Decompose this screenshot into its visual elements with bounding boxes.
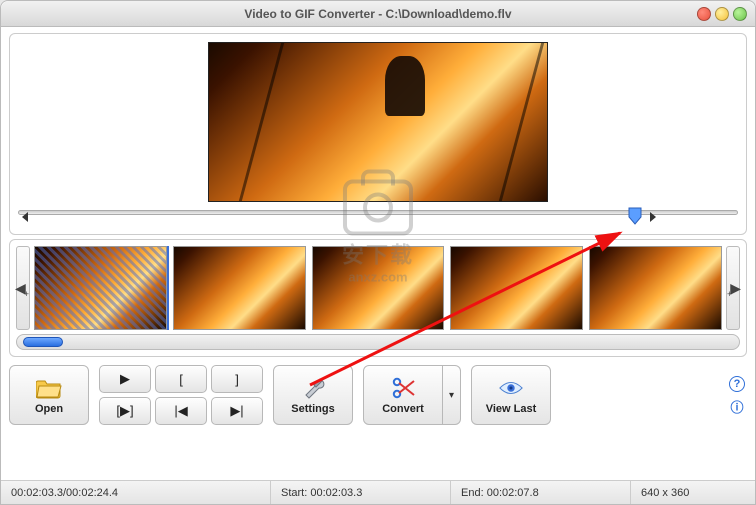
scrollbar-thumb[interactable] <box>23 337 63 347</box>
open-label: Open <box>35 403 63 415</box>
video-preview[interactable] <box>208 42 548 202</box>
play-button[interactable]: ▶ <box>99 365 151 393</box>
view-last-label: View Last <box>486 403 537 415</box>
status-end: End: 00:02:07.8 <box>451 481 631 504</box>
mark-out-button[interactable]: ] <box>211 365 263 393</box>
status-bar: 00:02:03.3/00:02:24.4 Start: 00:02:03.3 … <box>1 480 755 504</box>
scissors-icon <box>390 375 416 401</box>
convert-combo: Convert ▾ <box>363 365 461 425</box>
open-button[interactable]: Open <box>9 365 89 425</box>
prev-frame-button[interactable]: |◀ <box>155 397 207 425</box>
thumbnail-item[interactable] <box>312 246 445 330</box>
range-start-marker[interactable] <box>22 209 30 225</box>
thumbnail-item[interactable] <box>34 246 167 330</box>
convert-label: Convert <box>382 403 424 415</box>
maximize-icon[interactable] <box>733 7 747 21</box>
thumbnail-item[interactable] <box>450 246 583 330</box>
window-title: Video to GIF Converter - C:\Download\dem… <box>244 7 511 21</box>
eye-icon <box>498 375 524 401</box>
convert-button[interactable]: Convert <box>363 365 443 425</box>
thumbnail-item[interactable] <box>589 246 722 330</box>
window-controls <box>697 7 747 21</box>
thumbnail-panel: ◀+ +▶ <box>9 239 747 357</box>
preview-panel <box>9 33 747 235</box>
thumbs-next-button[interactable]: +▶ <box>726 246 740 330</box>
playhead-marker[interactable] <box>628 207 642 223</box>
thumbnail-strip <box>34 246 722 330</box>
next-frame-button[interactable]: ▶| <box>211 397 263 425</box>
tools-icon <box>300 375 326 401</box>
status-time: 00:02:03.3/00:02:24.4 <box>1 481 271 504</box>
app-window: Video to GIF Converter - C:\Download\dem… <box>0 0 756 505</box>
thumbnail-item[interactable] <box>173 246 306 330</box>
play-range-button[interactable]: [▶] <box>99 397 151 425</box>
content-area: ◀+ +▶ Open <box>1 27 755 480</box>
status-dimensions: 640 x 360 <box>631 481 755 504</box>
side-icons: ? ⓘ <box>729 365 747 425</box>
thumbnail-scrollbar[interactable] <box>16 334 740 350</box>
timeline[interactable] <box>18 210 738 226</box>
playback-controls: ▶ [ ] [▶] |◀ ▶| <box>99 365 263 425</box>
convert-dropdown[interactable]: ▾ <box>443 365 461 425</box>
main-toolbar: Open ▶ [ ] [▶] |◀ ▶| Settings <box>9 361 747 431</box>
range-end-marker[interactable] <box>648 209 656 225</box>
mark-in-button[interactable]: [ <box>155 365 207 393</box>
minimize-icon[interactable] <box>715 7 729 21</box>
thumbs-prev-button[interactable]: ◀+ <box>16 246 30 330</box>
help-icon[interactable]: ? <box>729 376 745 392</box>
view-last-button[interactable]: View Last <box>471 365 551 425</box>
folder-icon <box>36 375 62 401</box>
settings-label: Settings <box>291 403 334 415</box>
info-icon[interactable]: ⓘ <box>729 398 745 414</box>
status-start: Start: 00:02:03.3 <box>271 481 451 504</box>
settings-button[interactable]: Settings <box>273 365 353 425</box>
titlebar: Video to GIF Converter - C:\Download\dem… <box>1 1 755 27</box>
close-icon[interactable] <box>697 7 711 21</box>
